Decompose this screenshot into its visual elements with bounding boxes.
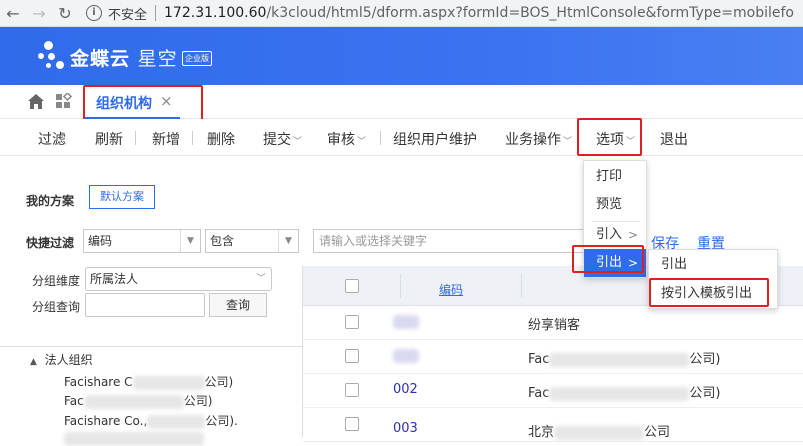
scheme-label: 我的方案 [26,194,75,208]
chevron-down-icon: ﹀ [293,137,303,147]
export-submenu: 引出 按引入模板引出 [648,249,778,309]
cell-name: 北京 公司 [528,425,671,440]
url-path: /k3cloud/html5/dform.aspx?formId=BOS_Htm… [266,5,794,21]
filter-operator-select[interactable]: 包含 ▼ [205,229,299,253]
cell-name: Fac 公司) [528,386,721,401]
exit-button[interactable]: 退出 [660,129,688,149]
chevron-down-icon: ▼ [278,230,298,252]
tab-label: 组织机构 [96,96,152,112]
tree-item[interactable] [64,431,204,446]
browser-address-bar: ← → ↻ i 不安全 172.31.100.60/k3cloud/html5/… [0,0,803,27]
reload-icon[interactable]: ↻ [52,4,78,23]
edition-badge: 企业版 [182,51,212,66]
quick-filter-label: 快捷过滤 [26,236,75,250]
divider [192,131,193,145]
apps-icon[interactable] [55,93,73,110]
row-checkbox[interactable] [345,349,359,363]
divider [400,274,401,298]
menu-item-export[interactable]: 引出 > [584,249,646,277]
divider [135,131,136,145]
filter-field-select[interactable]: 编码 ▼ [83,229,201,253]
row-checkbox[interactable] [345,315,359,329]
delete-button[interactable]: 删除 [207,129,235,149]
menu-item-import[interactable]: 引入 > [584,221,646,249]
close-icon[interactable]: × [160,92,173,110]
url-host: 172.31.100.60 [164,5,267,21]
group-query-label: 分组查询 [32,300,81,314]
table-row[interactable]: Fac 公司) [303,340,803,374]
forward-icon[interactable]: → [26,4,52,23]
logo-icon [38,41,68,71]
menu-item-print[interactable]: 打印 [584,163,646,191]
refresh-button[interactable]: 刷新 [95,129,123,149]
cell-code [393,348,419,363]
url-text[interactable]: 172.31.100.60/k3cloud/html5/dform.aspx?f… [164,5,794,21]
divider [380,131,381,145]
row-checkbox[interactable] [345,383,359,397]
chevron-down-icon: ﹀ [357,137,367,147]
tree-root[interactable]: ▲ 法人组织 [30,351,93,368]
caret-down-icon: ▲ [30,357,37,367]
menu-item-preview[interactable]: 预览 [584,191,646,219]
cell-name: 纷享销客 [528,318,581,333]
info-icon[interactable]: i [86,5,102,21]
brand-name: 金蝶云 星空 [70,48,178,70]
query-button[interactable]: 查询 [209,293,267,317]
menu-item-export-plain[interactable]: 引出 [649,251,777,279]
divider [155,5,157,21]
table-row[interactable]: 002 Fac 公司) [303,374,803,408]
chevron-down-icon: ﹀ [256,274,266,284]
menu-item-export-by-template[interactable]: 按引入模板引出 [649,280,777,308]
chevron-down-icon: ▼ [180,230,200,252]
new-button[interactable]: 新增 [152,129,180,149]
group-dimension-label: 分组维度 [32,274,81,288]
table-row[interactable]: 纷享销客 [303,306,803,340]
cell-code: 002 [393,382,418,397]
tab-org[interactable]: 组织机构 × [84,85,180,119]
home-icon[interactable] [27,93,45,110]
audit-button[interactable]: 审核 ﹀ [327,129,366,149]
row-checkbox[interactable] [345,417,359,431]
default-scheme-button[interactable]: 默认方案 [89,185,155,209]
org-tree: ▲ 法人组织 Facishare C 公司) Fac 公司) Facishare C… [0,346,302,446]
toolbar: 过滤 刷新 新增 删除 提交 ﹀ 审核 ﹀ 组织用户维护 业务操作 ﹀ 选项 ﹀ 退出 [0,119,803,156]
filter-button[interactable]: 过滤 [38,129,66,149]
brand-header: 金蝶云 星空 企业版 [0,27,803,85]
keyword-input[interactable]: 请输入或选择关键字 [313,229,585,253]
cell-code: 003 [393,421,418,436]
column-header-code[interactable]: 编码 [439,281,463,298]
back-icon[interactable]: ← [0,4,26,23]
options-button[interactable]: 选项 ﹀ [596,129,635,149]
chevron-right-icon: > [627,256,638,270]
tree-item[interactable]: Facishare Co., 公司). [64,412,238,429]
business-ops-button[interactable]: 业务操作 ﹀ [505,129,572,149]
tree-item[interactable]: Fac 公司) [64,392,212,409]
tab-bar: 组织机构 × [0,85,803,119]
group-dimension-select[interactable]: 所属法人 ﹀ [85,267,272,291]
options-menu: 打印 预览 引入 > 引出 > [583,160,647,278]
org-user-maintain-button[interactable]: 组织用户维护 [393,129,477,149]
chevron-down-icon: ﹀ [563,137,573,147]
chevron-down-icon: ﹀ [626,137,636,147]
cell-name: Fac 公司) [528,352,721,367]
chevron-right-icon: > [627,228,638,242]
divider [521,274,522,298]
insecure-label[interactable]: 不安全 [108,4,147,23]
select-all-checkbox[interactable] [345,279,359,293]
submit-button[interactable]: 提交 ﹀ [263,129,302,149]
group-query-input[interactable] [85,293,205,317]
cell-code [393,314,419,329]
tree-item[interactable]: Facishare C 公司) [64,373,233,390]
